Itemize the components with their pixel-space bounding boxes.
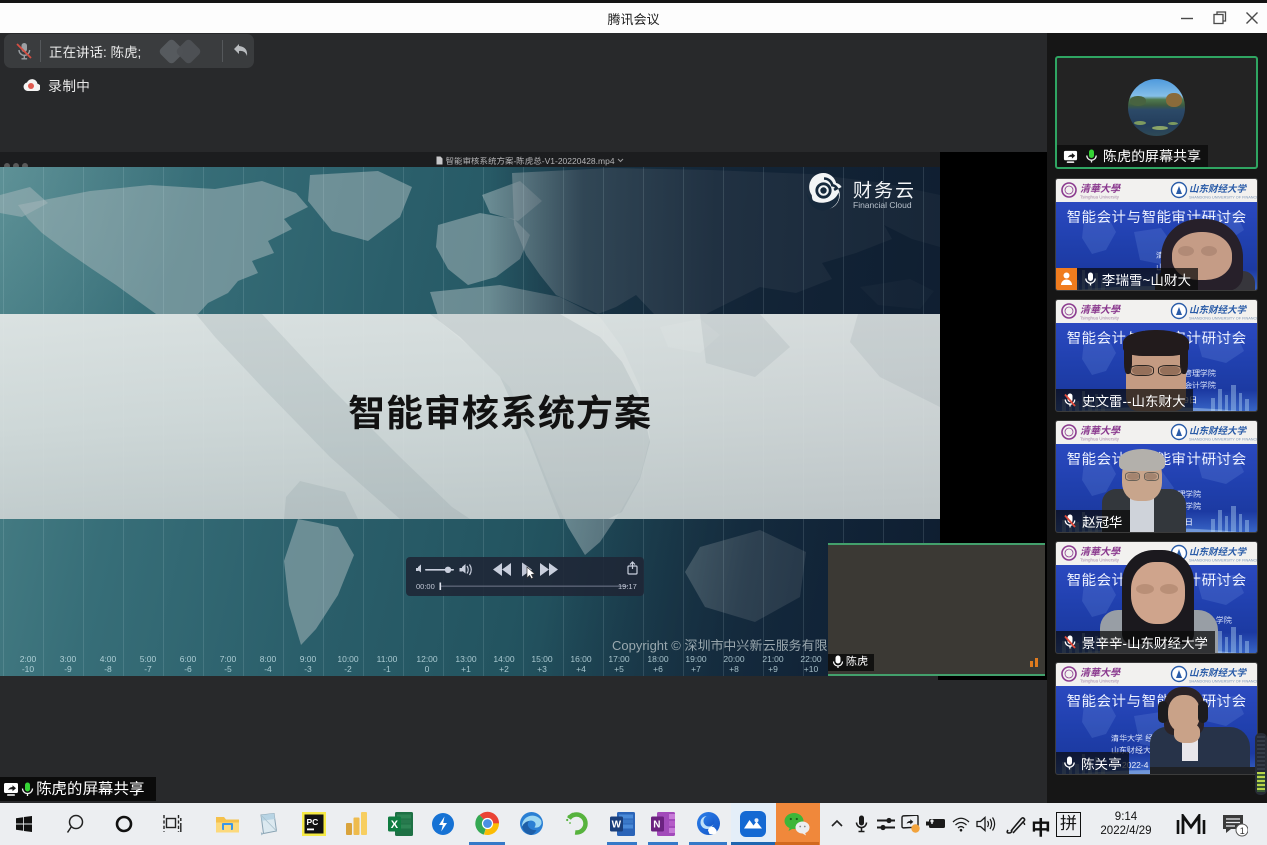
svg-text:Tsinghua University: Tsinghua University	[1080, 316, 1120, 321]
svg-text:PC: PC	[307, 817, 319, 827]
svg-text:山东财经大学: 山东财经大学	[1189, 304, 1248, 316]
svg-text:1: 1	[1240, 826, 1245, 836]
svg-text:山东财经大学: 山东财经大学	[1189, 183, 1248, 195]
svg-text:山东财经大学: 山东财经大学	[1189, 667, 1248, 679]
svg-text:SHANDONG UNIVERSITY OF FINANCE: SHANDONG UNIVERSITY OF FINANCE	[1189, 438, 1257, 442]
svg-text:SHANDONG UNIVERSITY OF FINANCE: SHANDONG UNIVERSITY OF FINANCE	[1189, 680, 1257, 684]
svg-text:学院: 学院	[1216, 616, 1232, 625]
svg-text:SHANDONG UNIVERSITY OF FINANCE: SHANDONG UNIVERSITY OF FINANCE	[1189, 196, 1257, 200]
svg-text:Tsinghua University: Tsinghua University	[1080, 195, 1120, 200]
svg-text:Tsinghua University: Tsinghua University	[1080, 679, 1120, 684]
svg-text:山东财经大学: 山东财经大学	[1189, 425, 1248, 437]
svg-text:19:17: 19:17	[618, 582, 637, 591]
svg-text:X: X	[391, 819, 399, 831]
svg-text:W: W	[612, 820, 622, 831]
svg-text:清華大學: 清華大學	[1080, 425, 1121, 437]
svg-text:清華大學: 清華大學	[1080, 667, 1121, 679]
svg-text:N: N	[653, 820, 660, 831]
svg-text:清華大學: 清華大學	[1080, 304, 1121, 316]
svg-text:Tsinghua University: Tsinghua University	[1080, 437, 1120, 442]
svg-text:00:00: 00:00	[416, 582, 435, 591]
svg-text:清華大學: 清華大學	[1080, 183, 1121, 195]
svg-text:SHANDONG UNIVERSITY OF FINANCE: SHANDONG UNIVERSITY OF FINANCE	[1189, 317, 1257, 321]
